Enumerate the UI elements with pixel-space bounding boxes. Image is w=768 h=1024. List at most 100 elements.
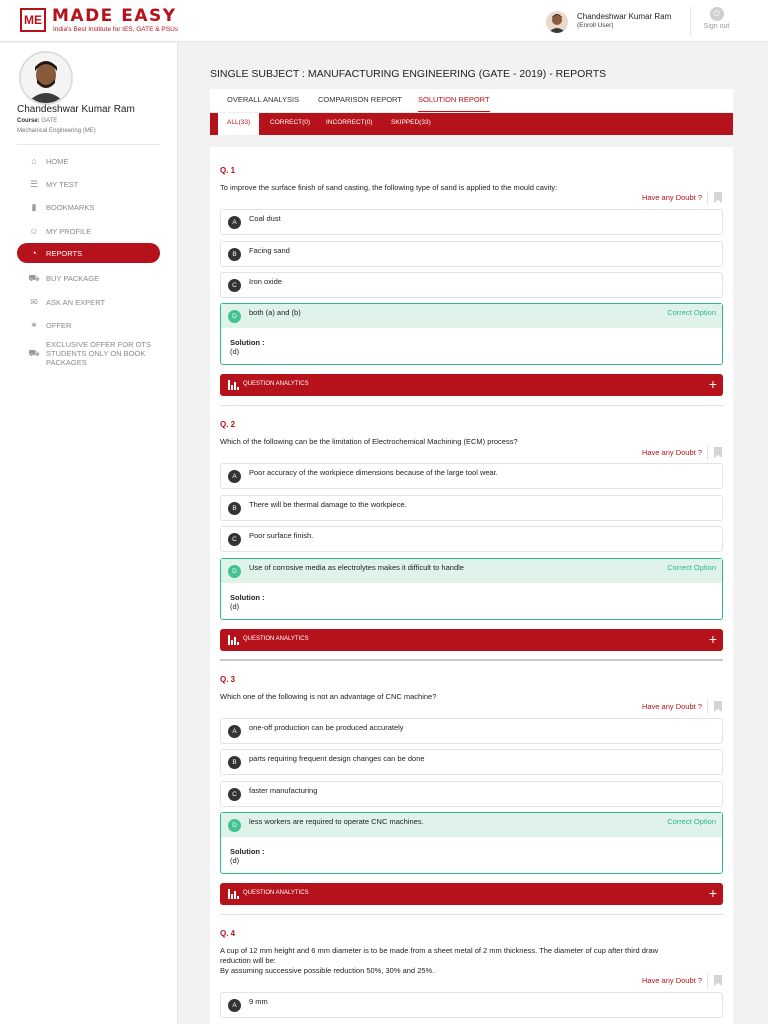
profile-course: Course: GATE: [17, 118, 57, 124]
option-c: C Poor surface finish.: [220, 526, 723, 552]
option-letter: B: [228, 248, 241, 261]
solution-value: (d): [230, 347, 240, 356]
option-letter: A: [228, 725, 241, 738]
option-letter: B: [228, 756, 241, 769]
profile-branch: Mechanical Engineering (ME): [17, 128, 96, 134]
expand-plus-icon[interactable]: +: [709, 631, 717, 647]
filter-correct[interactable]: CORRECT(0): [261, 113, 319, 135]
option-letter: D: [228, 310, 241, 323]
offer-icon: ✶: [30, 320, 38, 330]
sidebar-item-my-profile[interactable]: ☺ MY PROFILE: [17, 221, 160, 241]
solution-label: Solution :: [230, 847, 265, 856]
sidebar-item-bookmarks[interactable]: ▮ BOOKMARKS: [17, 197, 160, 217]
doubt-label: Have any Doubt ?: [641, 702, 702, 711]
expand-plus-icon[interactable]: +: [709, 885, 717, 901]
analytics-label: QUESTION ANALYTICS: [243, 890, 309, 896]
option-text: Use of corrosive media as electrolytes m…: [249, 563, 464, 572]
doubt-link[interactable]: Have any Doubt ?: [590, 700, 724, 714]
question-separator: [220, 914, 723, 915]
option-letter: C: [228, 279, 241, 292]
logo-tagline: India's Best Institute for IES, GATE & P…: [53, 26, 179, 33]
filter-skipped[interactable]: SKIPPED(33): [382, 113, 440, 135]
sidebar-item-buy-package[interactable]: ⛟ BUY PACKAGE: [17, 268, 160, 288]
bar-chart-icon: [228, 889, 239, 899]
sidebar-item-label: OFFER: [46, 321, 72, 330]
user-icon: ☺: [29, 226, 39, 236]
made-easy-logo[interactable]: ME MADE EASY India's Best Institute for …: [20, 6, 180, 34]
bookmark-icon[interactable]: [714, 701, 722, 712]
question-analytics-bar[interactable]: QUESTION ANALYTICS +: [220, 883, 723, 905]
doubt-separator: [707, 700, 708, 714]
sidebar-item-label: BUY PACKAGE: [46, 274, 100, 283]
doubt-link[interactable]: Have any Doubt ?: [590, 191, 724, 205]
sidebar-item-exclusive-offer[interactable]: ⛟ EXCLUSIVE OFFER FOR OTS STUDENTS ONLY …: [17, 337, 160, 371]
question-number: Q. 3: [220, 675, 236, 684]
sidebar-item-label: BOOKMARKS: [46, 203, 95, 212]
doubt-separator: [707, 191, 708, 205]
test-icon: ☰: [29, 179, 39, 189]
course-label: Course:: [17, 118, 40, 124]
option-c: C faster manufacturing: [220, 781, 723, 807]
course-value: GATE: [41, 118, 58, 124]
logo-brand: MADE EASY: [52, 6, 177, 26]
power-icon: ⏻: [709, 7, 724, 21]
question-text-line: reduction will be:: [220, 956, 276, 965]
option-text: Poor accuracy of the workpiece dimension…: [249, 468, 498, 477]
sidebar-item-reports[interactable]: ◔ REPORTS: [17, 243, 160, 263]
tab-solution-report[interactable]: SOLUTION REPORT: [418, 95, 490, 112]
question-list: Q. 1 To improve the surface finish of sa…: [210, 147, 733, 1024]
question-analytics-bar[interactable]: QUESTION ANALYTICS +: [220, 374, 723, 396]
option-letter: A: [228, 216, 241, 229]
option-c: C Iron oxide: [220, 272, 723, 298]
question-number: Q. 1: [220, 166, 236, 175]
expand-plus-icon[interactable]: +: [709, 376, 717, 392]
bookmark-icon[interactable]: [714, 447, 722, 458]
bookmark-icon[interactable]: [714, 192, 722, 203]
page-title: SINGLE SUBJECT : MANUFACTURING ENGINEERI…: [210, 68, 607, 80]
sidebar-item-offer[interactable]: ✶ OFFER: [17, 315, 160, 335]
report-tabs: OVERALL ANALYSIS COMPARISON REPORT SOLUT…: [210, 89, 733, 113]
question-number: Q. 2: [220, 420, 236, 429]
expert-icon: ✉: [30, 297, 38, 307]
sidebar-item-label: REPORTS: [46, 249, 83, 258]
option-text: less workers are required to operate CNC…: [249, 817, 424, 826]
option-text: faster manufacturing: [249, 786, 318, 795]
sidebar-item-ask-an-expert[interactable]: ✉ ASK AN EXPERT: [17, 292, 160, 312]
sidebar-item-label: EXCLUSIVE OFFER FOR OTS STUDENTS ONLY ON…: [46, 340, 152, 367]
question-analytics-bar[interactable]: QUESTION ANALYTICS +: [220, 629, 723, 651]
option-letter: B: [228, 502, 241, 515]
question-number: Q. 4: [220, 929, 236, 938]
sidebar-item-label: MY TEST: [46, 180, 79, 189]
sign-out-label: Sign out: [703, 23, 730, 30]
doubt-link[interactable]: Have any Doubt ?: [590, 446, 724, 460]
option-text: Coal dust: [249, 214, 281, 223]
option-text: parts requiring frequent design changes …: [249, 754, 425, 763]
option-a: A Coal dust: [220, 209, 723, 235]
bar-chart-icon: [228, 380, 239, 390]
doubt-link[interactable]: Have any Doubt ?: [590, 974, 724, 988]
tab-comparison-report[interactable]: COMPARISON REPORT: [318, 95, 402, 104]
option-a: A one-off production can be produced acc…: [220, 718, 723, 744]
tab-overall-analysis[interactable]: OVERALL ANALYSIS: [227, 95, 299, 104]
option-letter: D: [228, 565, 241, 578]
logo-mark: ME: [20, 8, 46, 32]
cart-icon: ⛟: [28, 348, 40, 358]
user-menu[interactable]: Chandeshwar Kumar Ram (Enroll User): [546, 9, 686, 35]
option-letter: A: [228, 470, 241, 483]
filter-incorrect[interactable]: INCORRECT(0): [317, 113, 382, 135]
option-d-correct: D both (a) and (b) Correct Option Soluti…: [220, 303, 723, 365]
sidebar-item-my-test[interactable]: ☰ MY TEST: [17, 174, 160, 194]
bookmark-icon[interactable]: [714, 975, 722, 986]
sidebar-item-label: HOME: [46, 157, 69, 166]
user-role: (Enroll User): [577, 22, 614, 29]
option-b: B There will be thermal damage to the wo…: [220, 495, 723, 521]
filter-tabs: ALL(33) CORRECT(0) INCORRECT(0) SKIPPED(…: [210, 113, 733, 135]
option-letter: C: [228, 533, 241, 546]
question-separator: [220, 405, 723, 406]
sidebar-item-label: ASK AN EXPERT: [46, 298, 106, 307]
solution-value: (d): [230, 856, 240, 865]
sign-out-button[interactable]: ⏻ Sign out: [690, 7, 742, 35]
question-text: A cup of 12 mm height and 6 mm diameter …: [220, 946, 710, 976]
sidebar-item-home[interactable]: ⌂ HOME: [17, 151, 160, 171]
filter-all[interactable]: ALL(33): [218, 113, 260, 135]
